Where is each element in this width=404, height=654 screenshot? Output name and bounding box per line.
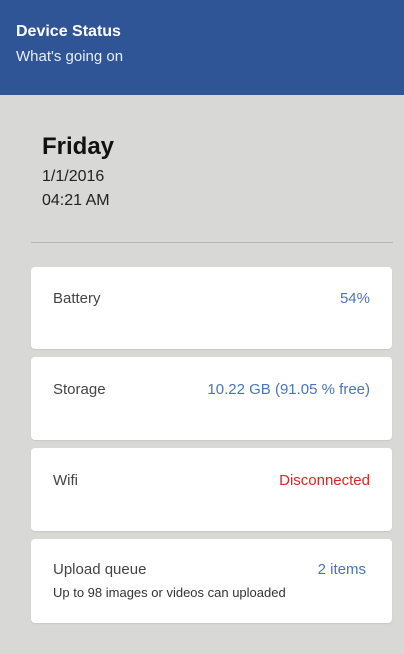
storage-value: 10.22 GB (91.05 % free) (207, 381, 370, 398)
app-bar: Device Status What's going on (0, 0, 404, 95)
upload-queue-label: Upload queue (53, 561, 147, 578)
wifi-label: Wifi (53, 472, 78, 489)
upload-queue-value: 2 items (317, 561, 366, 578)
battery-value: 54% (339, 290, 370, 307)
upload-queue-card[interactable]: Upload queue 2 items Up to 98 images or … (31, 539, 392, 623)
storage-label: Storage (53, 381, 106, 398)
time-label: 04:21 AM (42, 192, 110, 209)
wifi-card[interactable]: Wifi Disconnected (31, 448, 392, 531)
upload-queue-note: Up to 98 images or videos can uploaded (53, 585, 286, 600)
section-divider (31, 242, 393, 243)
storage-card[interactable]: Storage 10.22 GB (91.05 % free) (31, 357, 392, 440)
date-block: Friday 1/1/2016 04:21 AM (42, 132, 114, 212)
battery-label: Battery (53, 290, 101, 307)
wifi-value: Disconnected (279, 472, 370, 489)
battery-card[interactable]: Battery 54% (31, 267, 392, 349)
app-subtitle: What's going on (16, 48, 124, 65)
date-label: 1/1/2016 (42, 168, 105, 185)
day-label: Friday (42, 133, 115, 160)
app-title: Device Status (16, 23, 121, 40)
